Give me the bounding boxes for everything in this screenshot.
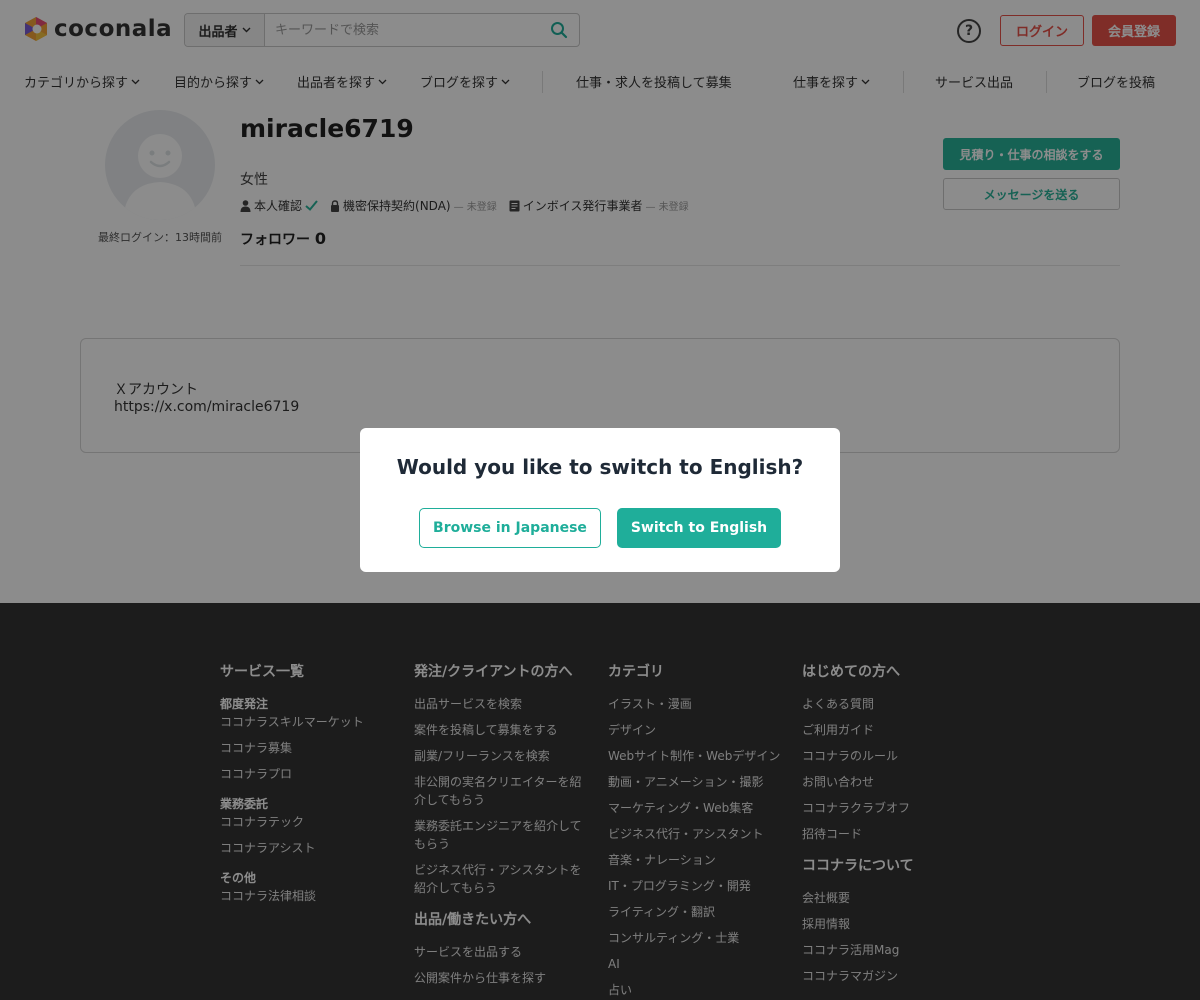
switch-english-button[interactable]: Switch to English: [617, 508, 781, 548]
browse-japanese-button[interactable]: Browse in Japanese: [419, 508, 601, 548]
modal-title: Would you like to switch to English?: [396, 455, 804, 479]
language-switch-modal: Would you like to switch to English? Bro…: [360, 428, 840, 572]
